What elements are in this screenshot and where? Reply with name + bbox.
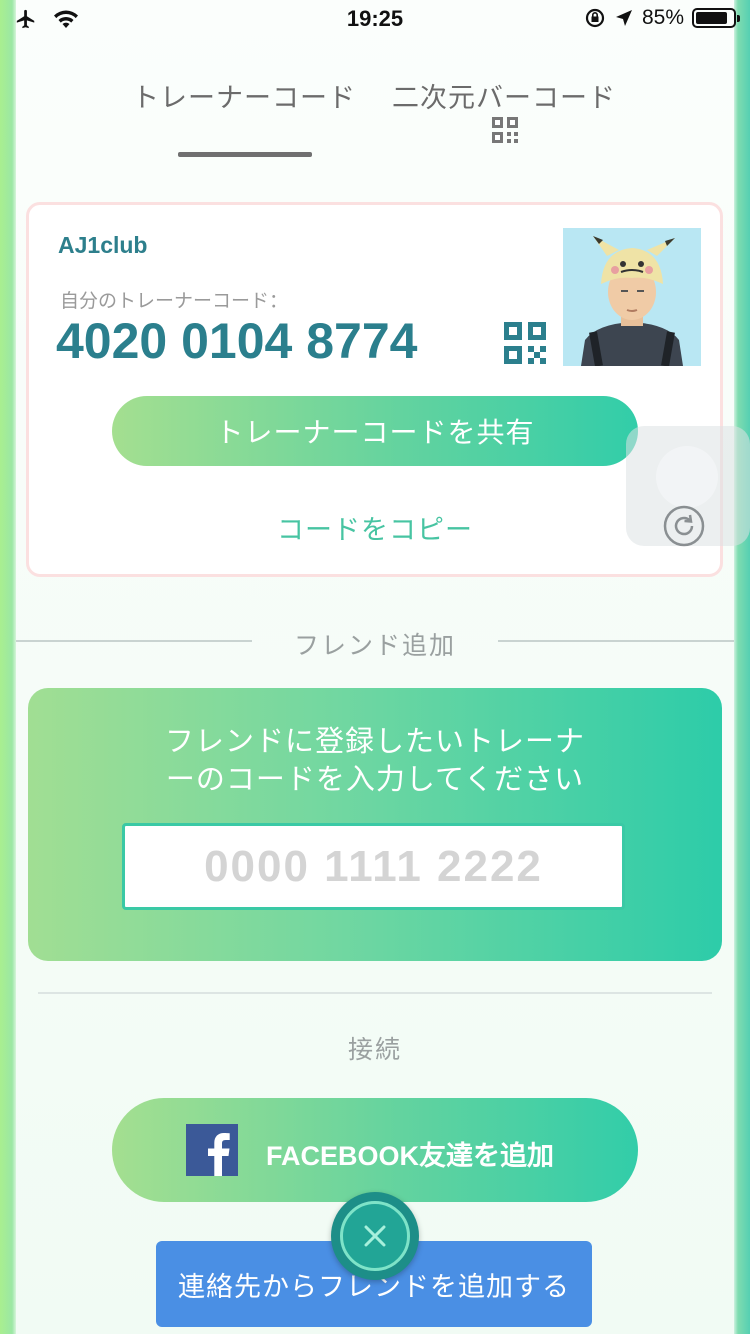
qr-code-icon[interactable]: [504, 322, 546, 364]
active-tab-indicator: [178, 152, 312, 157]
friend-code-input[interactable]: 0000 1111 2222: [122, 823, 625, 910]
refresh-icon[interactable]: [662, 504, 706, 548]
qr-code-icon[interactable]: [492, 117, 518, 143]
instruction-line-2: ーのコードを入力してください: [165, 762, 585, 796]
tab-trainer-code[interactable]: トレーナーコード: [132, 76, 356, 115]
instruction-line-1: フレンドに登録したいトレーナ: [164, 724, 585, 758]
battery-icon: [692, 8, 740, 28]
location-arrow-icon: [615, 10, 632, 26]
battery-percent: 85%: [641, 6, 684, 29]
orientation-lock-icon: [585, 8, 605, 28]
facebook-button-label: FACEBOOK友達を追加: [266, 1141, 555, 1171]
friend-add-title: フレンド追加: [293, 631, 456, 660]
close-button[interactable]: [331, 1192, 419, 1280]
trainer-avatar: [563, 228, 701, 366]
connect-title: 接続: [347, 1035, 402, 1064]
connect-divider: [38, 992, 712, 994]
close-icon: [364, 1225, 386, 1247]
share-trainer-code-button[interactable]: トレーナーコードを共有: [112, 396, 638, 466]
trainer-code-label: 自分のトレーナーコード：: [60, 290, 289, 312]
status-bar: 19:25 85%: [0, 0, 750, 40]
tab-qr-code[interactable]: 二次元バーコード: [392, 76, 616, 115]
trainer-username: AJ1club: [58, 232, 148, 258]
facebook-icon: [186, 1124, 238, 1176]
avatar-illustration: [563, 228, 701, 366]
add-friend-instruction: フレンドに登録したいトレーナ ーのコードを入力してください: [150, 722, 600, 798]
trainer-code: 4020 0104 8774: [56, 313, 418, 369]
